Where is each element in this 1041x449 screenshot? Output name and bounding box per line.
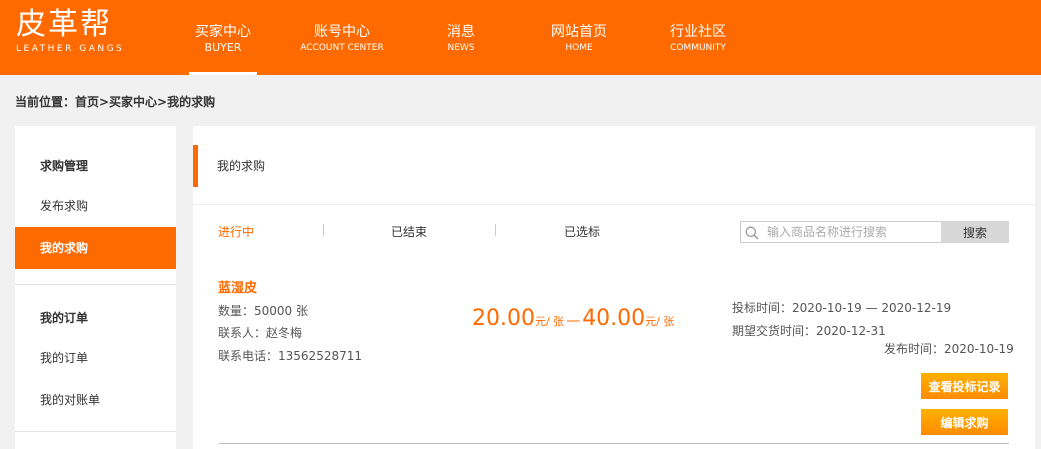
nav-sublabel: ACCOUNT CENTER: [300, 43, 384, 53]
search-input[interactable]: [767, 224, 937, 240]
quantity-label: 数量：: [218, 304, 255, 318]
nav-label: 消息: [447, 24, 475, 40]
item-title[interactable]: 蓝湿皮: [218, 277, 257, 296]
sidebar-group-title-orders: 我的订单: [40, 311, 89, 325]
price-range: 20.00元/ 张 —40.00元/ 张: [472, 306, 674, 331]
search-button[interactable]: 搜索: [941, 221, 1009, 243]
item-contact: 联系人：赵冬梅: [218, 324, 302, 341]
quantity-value: 50000 张: [254, 304, 309, 318]
price-dash: —: [566, 313, 581, 329]
nav-community[interactable]: 行业社区 COMMUNITY: [638, 0, 758, 75]
title-divider: [193, 204, 1035, 205]
search-box: [740, 221, 942, 243]
contact-label: 联系人：: [218, 326, 267, 340]
sidebar-item-publish-request[interactable]: 发布求购: [15, 185, 176, 227]
delivery-value: 2020-12-31: [816, 324, 886, 338]
nav-news[interactable]: 消息 NEWS: [401, 0, 521, 75]
contact-value: 赵冬梅: [266, 326, 303, 340]
price-unit: 元/ 张: [534, 315, 565, 328]
nav-sublabel: COMMUNITY: [670, 43, 726, 53]
nav-sublabel: HOME: [565, 43, 593, 53]
sidebar-item-my-requests[interactable]: 我的求购: [15, 227, 176, 269]
phone-value: 13562528711: [278, 349, 362, 363]
nav-sublabel: NEWS: [447, 43, 475, 53]
item-phone: 联系电话：13562528711: [218, 347, 362, 364]
item-divider: [219, 443, 1009, 444]
search-icon: [745, 225, 759, 240]
main-panel: 我的求购 进行中 已结束 已选标 搜索 蓝湿皮 数量：50000 张 联系人：赵…: [193, 126, 1035, 449]
price-unit: 元/ 张: [645, 315, 675, 328]
sidebar-group-title-purchase: 求购管理: [40, 159, 89, 173]
logo[interactable]: 皮革帮 LEATHER GANGS: [16, 8, 124, 55]
publish-value: 2020-10-19: [944, 342, 1014, 356]
tab-separator: [323, 224, 324, 236]
nav-buyer[interactable]: 买家中心 BUYER: [163, 0, 283, 75]
nav-account-center[interactable]: 账号中心 ACCOUNT CENTER: [282, 0, 402, 75]
publish-label: 发布时间：: [884, 342, 945, 356]
nav-label: 账号中心: [314, 24, 370, 40]
tab-selected-bid[interactable]: 已选标: [564, 223, 600, 240]
price-min: 20.00: [472, 306, 535, 331]
title-accent-bar: [193, 145, 198, 187]
logo-subtext: LEATHER GANGS: [16, 44, 125, 54]
tab-separator: [495, 224, 496, 236]
sidebar-item-my-orders[interactable]: 我的订单: [15, 337, 176, 379]
bid-time-value: 2020-10-19 — 2020-12-19: [792, 301, 952, 315]
breadcrumb: 当前位置：首页>买家中心>我的求购: [15, 95, 216, 109]
nav-sublabel: BUYER: [204, 41, 242, 54]
nav-home[interactable]: 网站首页 HOME: [519, 0, 639, 75]
item-quantity: 数量：50000 张: [218, 302, 308, 319]
nav-label: 网站首页: [551, 24, 607, 40]
sidebar-divider: [15, 431, 176, 432]
nav-label: 买家中心: [195, 24, 251, 40]
delivery-time: 期望交货时间：2020-12-31: [732, 322, 886, 339]
price-max: 40.00: [582, 306, 646, 331]
publish-time: 发布时间：2020-10-19: [884, 340, 1014, 357]
bid-time: 投标时间：2020-10-19 — 2020-12-19: [732, 299, 951, 316]
logo-text: 皮革帮: [16, 7, 112, 42]
tab-ended[interactable]: 已结束: [391, 223, 427, 240]
edit-request-button[interactable]: 编辑求购: [921, 409, 1008, 435]
nav-label: 行业社区: [670, 24, 726, 40]
bid-time-label: 投标时间：: [732, 301, 793, 315]
sidebar-divider: [15, 284, 176, 285]
sidebar: 求购管理 发布求购 我的求购 我的订单 我的订单 我的对账单: [15, 126, 176, 449]
top-header: 皮革帮 LEATHER GANGS 买家中心 BUYER 账号中心 ACCOUN…: [0, 0, 1041, 75]
delivery-label: 期望交货时间：: [732, 324, 817, 338]
tab-in-progress[interactable]: 进行中: [218, 223, 254, 240]
sidebar-item-my-statements[interactable]: 我的对账单: [15, 379, 176, 421]
nav-active-indicator: [189, 72, 257, 75]
phone-label: 联系电话：: [218, 349, 279, 363]
page-title: 我的求购: [217, 159, 266, 173]
view-bids-button[interactable]: 查看投标记录: [921, 373, 1008, 399]
